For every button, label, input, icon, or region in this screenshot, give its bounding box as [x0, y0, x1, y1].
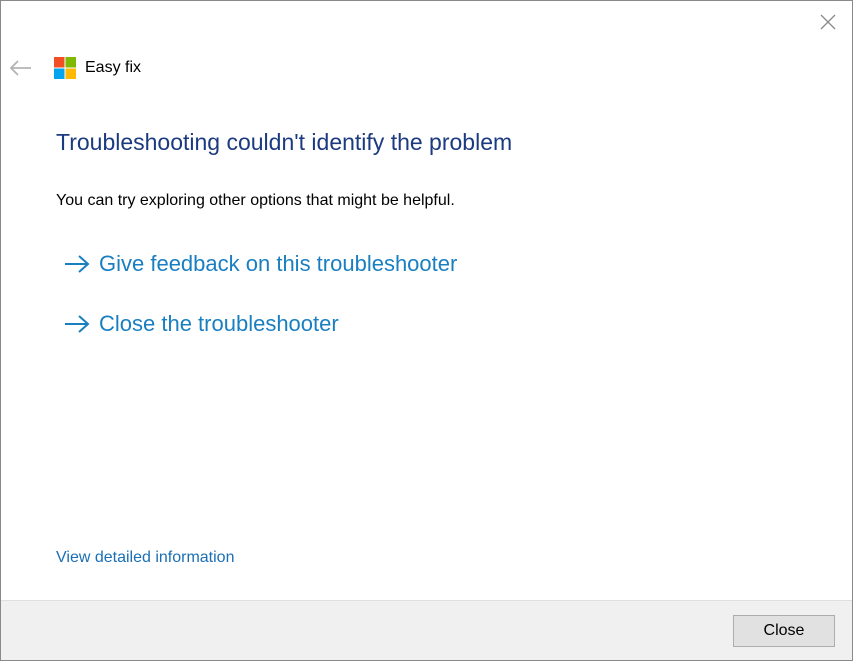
give-feedback-label: Give feedback on this troubleshooter [99, 251, 458, 276]
arrow-right-icon [63, 314, 91, 334]
close-icon[interactable] [815, 9, 841, 35]
app-title: Easy fix [85, 59, 142, 76]
close-troubleshooter-label: Close the troubleshooter [99, 311, 339, 336]
view-details-link[interactable]: View detailed information [56, 549, 234, 567]
page-title: Troubleshooting couldn't identify the pr… [56, 129, 513, 155]
close-button[interactable]: Close [733, 615, 835, 647]
close-troubleshooter-link[interactable]: Close the troubleshooter [63, 309, 339, 339]
give-feedback-link[interactable]: Give feedback on this troubleshooter [63, 249, 457, 279]
back-arrow-icon[interactable] [7, 56, 35, 80]
arrow-right-icon [63, 254, 91, 274]
page-description: You can try exploring other options that… [56, 192, 455, 209]
windows-logo-icon [54, 57, 76, 79]
footer-bar: Close [1, 600, 852, 660]
troubleshooter-window: Easy fix Troubleshooting couldn't identi… [0, 0, 853, 661]
